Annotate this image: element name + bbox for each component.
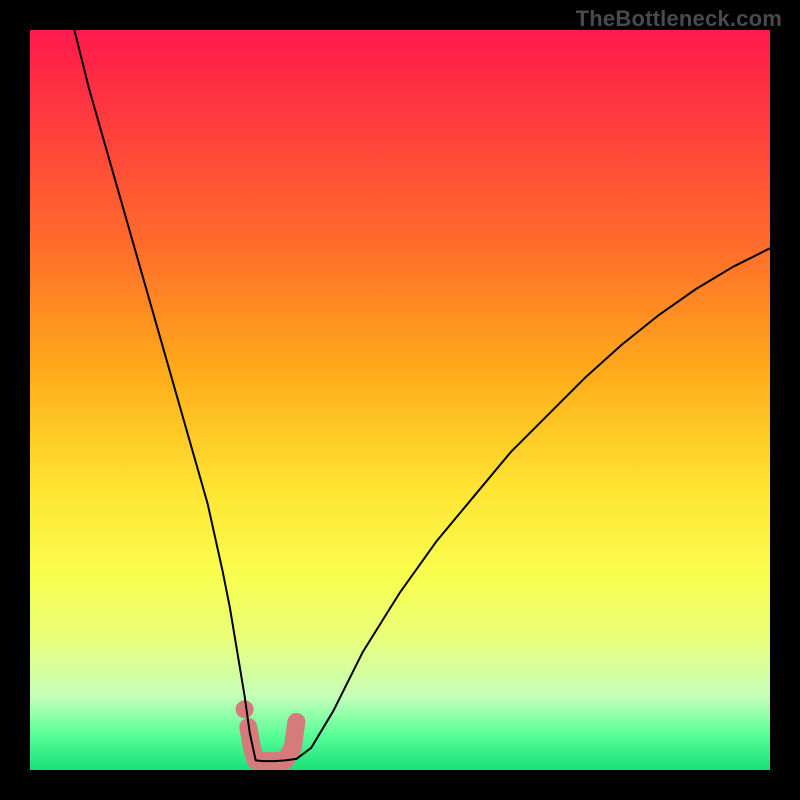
chart-svg bbox=[30, 30, 770, 770]
bottleneck-curve bbox=[74, 30, 770, 761]
watermark-text: TheBottleneck.com bbox=[576, 6, 782, 32]
chart-plot-area bbox=[30, 30, 770, 770]
chart-frame: TheBottleneck.com bbox=[0, 0, 800, 800]
